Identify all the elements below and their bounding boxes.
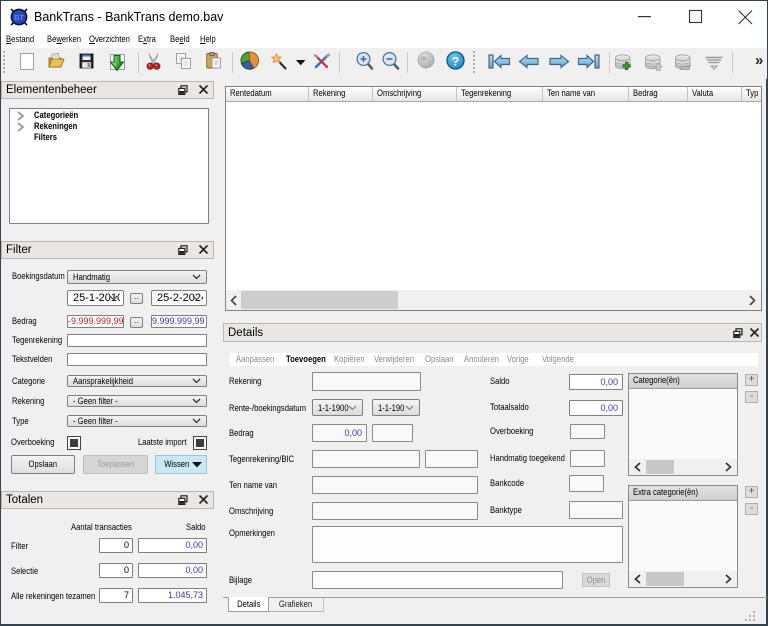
svg-text:?: ? xyxy=(452,54,460,68)
svg-text:BT: BT xyxy=(14,15,24,22)
